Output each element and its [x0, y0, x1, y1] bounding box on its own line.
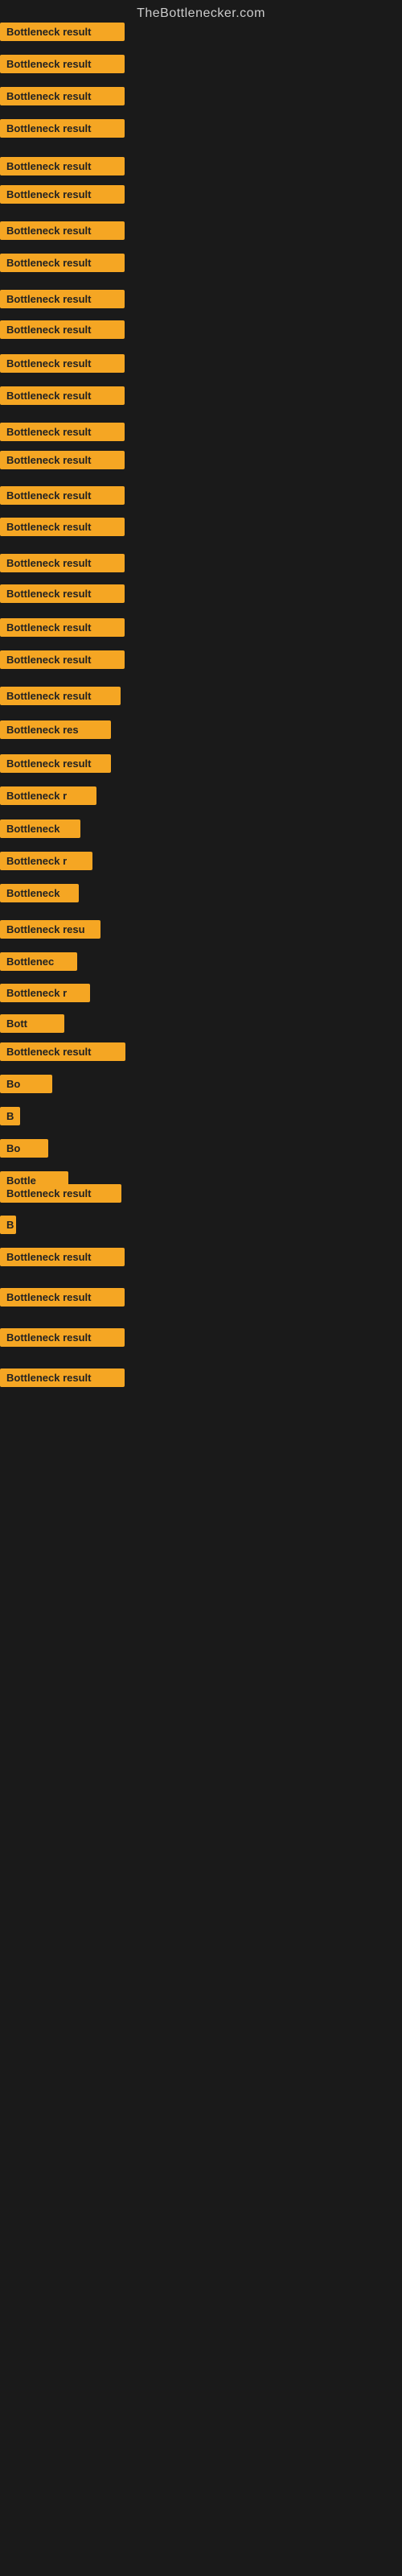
bottleneck-result-item[interactable]: Bottleneck result	[0, 486, 125, 505]
bottleneck-result-item[interactable]: Bottleneck result	[0, 1288, 125, 1307]
bottleneck-result-item[interactable]: Bott	[0, 1014, 64, 1033]
bottleneck-result-item[interactable]: Bottleneck result	[0, 1184, 121, 1203]
bottleneck-result-item[interactable]: Bottleneck result	[0, 55, 125, 73]
bottleneck-result-item[interactable]: Bottleneck result	[0, 157, 125, 175]
bottleneck-result-item[interactable]: Bottleneck	[0, 884, 79, 902]
bottleneck-result-item[interactable]: Bottleneck result	[0, 254, 125, 272]
bottleneck-result-item[interactable]: Bottleneck result	[0, 1328, 125, 1347]
bottleneck-result-item[interactable]: Bottleneck result	[0, 119, 125, 138]
bottleneck-result-item[interactable]: Bottleneck result	[0, 687, 121, 705]
bottleneck-result-item[interactable]: Bottleneck result	[0, 518, 125, 536]
bottleneck-result-item[interactable]: Bottleneck result	[0, 1248, 125, 1266]
bottleneck-result-item[interactable]: Bottleneck result	[0, 23, 125, 41]
site-title: TheBottlenecker.com	[0, 0, 402, 24]
bottleneck-result-item[interactable]: Bottleneck result	[0, 554, 125, 572]
bottleneck-result-item[interactable]: Bottleneck result	[0, 87, 125, 105]
bottleneck-result-item[interactable]: Bottleneck r	[0, 852, 92, 870]
bottleneck-result-item[interactable]: Bottleneck result	[0, 386, 125, 405]
bottleneck-result-item[interactable]: Bo	[0, 1139, 48, 1158]
bottleneck-result-item[interactable]: Bottleneck result	[0, 1042, 125, 1061]
bottleneck-result-item[interactable]: Bottleneck r	[0, 786, 96, 805]
bottleneck-result-item[interactable]: Bo	[0, 1075, 52, 1093]
bottleneck-result-item[interactable]: Bottleneck resu	[0, 920, 100, 939]
bottleneck-result-item[interactable]: Bottlenec	[0, 952, 77, 971]
bottleneck-result-item[interactable]: Bottleneck result	[0, 185, 125, 204]
bottleneck-result-item[interactable]: Bottleneck	[0, 819, 80, 838]
bottleneck-result-item[interactable]: Bottleneck result	[0, 618, 125, 637]
bottleneck-result-item[interactable]: Bottleneck result	[0, 221, 125, 240]
bottleneck-result-item[interactable]: Bottleneck result	[0, 423, 125, 441]
bottleneck-result-item[interactable]: B	[0, 1216, 16, 1234]
bottleneck-result-item[interactable]: Bottleneck result	[0, 1368, 125, 1387]
bottleneck-result-item[interactable]: Bottleneck result	[0, 650, 125, 669]
bottleneck-result-item[interactable]: B	[0, 1107, 20, 1125]
bottleneck-result-item[interactable]: Bottleneck r	[0, 984, 90, 1002]
bottleneck-result-item[interactable]: Bottleneck result	[0, 584, 125, 603]
bottleneck-result-item[interactable]: Bottleneck result	[0, 754, 111, 773]
bottleneck-result-item[interactable]: Bottleneck result	[0, 320, 125, 339]
bottleneck-result-item[interactable]: Bottleneck result	[0, 354, 125, 373]
bottleneck-result-item[interactable]: Bottleneck result	[0, 451, 125, 469]
bottleneck-result-item[interactable]: Bottleneck res	[0, 720, 111, 739]
bottleneck-result-item[interactable]: Bottleneck result	[0, 290, 125, 308]
